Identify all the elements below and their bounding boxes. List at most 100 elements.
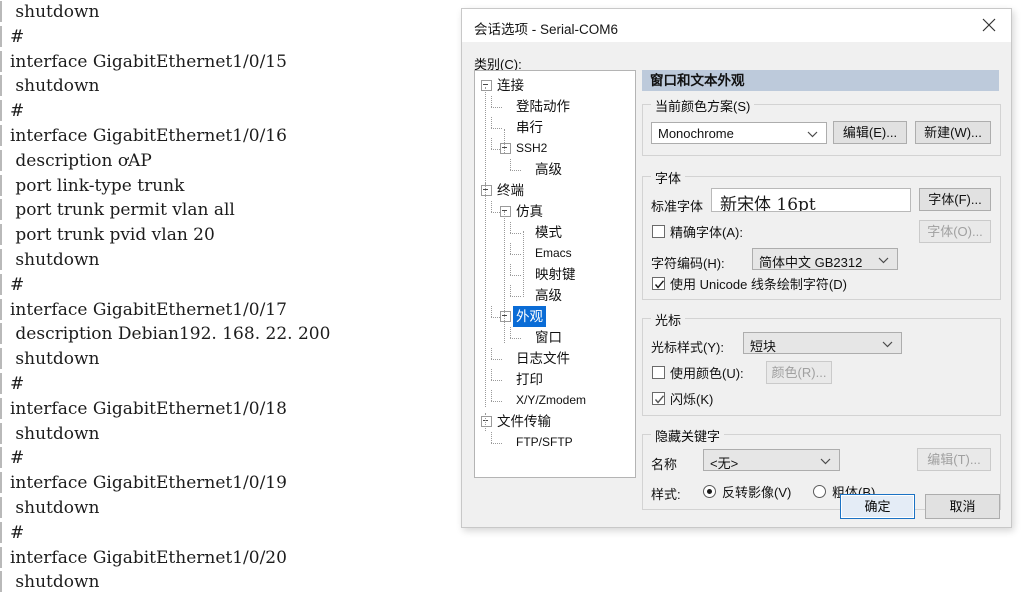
cursor-group-title: 光标 bbox=[651, 310, 686, 329]
terminal-line: port link-type trunk bbox=[0, 174, 460, 199]
tree-expander-icon[interactable] bbox=[481, 80, 492, 91]
tree-expander-icon[interactable] bbox=[481, 416, 492, 427]
tree-item-16[interactable]: 文件传输 bbox=[475, 411, 635, 432]
tree-guide bbox=[504, 211, 505, 343]
checkmark-icon bbox=[654, 395, 665, 404]
tree-item-1[interactable]: 登陆动作 bbox=[475, 96, 635, 117]
tree-item-7[interactable]: 模式 bbox=[475, 222, 635, 243]
dialog-body: 类别(C): 连接 登陆动作 串行 SSH2 高级 终端 仿真 模式 Emacs 映射键 高级 外观窗… bbox=[462, 42, 1011, 527]
color-scheme-value: Monochrome bbox=[658, 126, 734, 141]
tree-item-label-wrap: 终端 bbox=[495, 181, 526, 200]
close-icon[interactable] bbox=[967, 9, 1011, 40]
use-cursor-color-label: 使用颜色(U): bbox=[670, 366, 744, 381]
tree-expander-icon[interactable] bbox=[481, 185, 492, 196]
tree-connector bbox=[510, 232, 521, 234]
terminal-line: # bbox=[0, 446, 460, 471]
terminal-line: description Debian192. 168. 22. 200 bbox=[0, 322, 460, 347]
terminal-line: # bbox=[0, 99, 460, 124]
tree-item-15[interactable]: X/Y/Zmodem bbox=[475, 390, 635, 411]
tree-item-label-wrap: 串行 bbox=[514, 118, 545, 137]
chevron-down-icon bbox=[807, 131, 818, 138]
unicode-line-label: 使用 Unicode 线条绘制字符(D) bbox=[670, 277, 847, 292]
tree-expander-icon[interactable] bbox=[500, 206, 511, 217]
dialog-titlebar: 会话选项 - Serial-COM6 bbox=[462, 9, 1011, 42]
keyword-style-reverse-radio[interactable] bbox=[703, 485, 716, 498]
use-cursor-color-checkbox[interactable] bbox=[652, 366, 665, 379]
tree-item-0[interactable]: 连接 bbox=[475, 75, 635, 96]
tree-item-label-wrap: SSH2 bbox=[514, 139, 549, 158]
normal-font-label: 标准字体 bbox=[651, 199, 704, 214]
color-scheme-select[interactable]: Monochrome bbox=[651, 122, 827, 144]
tree-item-label-wrap: 映射键 bbox=[533, 265, 578, 284]
tree-item-8[interactable]: Emacs bbox=[475, 243, 635, 264]
tree-item-14[interactable]: 打印 bbox=[475, 369, 635, 390]
keyword-name-label: 名称 bbox=[651, 457, 678, 472]
terminal-line: port trunk permit vlan all bbox=[0, 198, 460, 223]
pane-header: 窗口和文本外观 bbox=[642, 70, 999, 91]
tree-item-13[interactable]: 日志文件 bbox=[475, 348, 635, 369]
chevron-down-icon bbox=[878, 257, 889, 264]
tree-item-label: 文件传输 bbox=[497, 414, 551, 429]
keyword-name-select[interactable]: <无> bbox=[703, 449, 840, 471]
tree-item-label-wrap: 连接 bbox=[495, 76, 526, 95]
keyword-style-bold-radio[interactable] bbox=[813, 485, 826, 498]
terminal-line: description ơAP bbox=[0, 149, 460, 174]
settings-pane: 窗口和文本外观 当前颜色方案(S) Monochrome 编辑(E)... 新建… bbox=[642, 70, 1001, 510]
terminal-line: shutdown bbox=[0, 347, 460, 372]
tree-item-label: 终端 bbox=[497, 183, 524, 198]
tree-connector bbox=[491, 306, 492, 317]
tree-connector bbox=[491, 400, 502, 402]
cancel-button[interactable]: 取消 bbox=[925, 494, 1000, 519]
charset-select[interactable]: 简体中文 GB2312 bbox=[752, 248, 898, 270]
ok-button[interactable]: 确定 bbox=[840, 494, 915, 519]
terminal-line: interface GigabitEthernet1/0/18 bbox=[0, 397, 460, 422]
edit-color-scheme-button[interactable]: 编辑(E)... bbox=[833, 121, 907, 144]
exact-font-label: 精确字体(A): bbox=[670, 225, 743, 240]
tree-item-10[interactable]: 高级 bbox=[475, 285, 635, 306]
normal-font-value-field: 新宋体 16pt bbox=[711, 188, 911, 212]
chevron-down-icon bbox=[820, 458, 831, 465]
tree-item-17[interactable]: FTP/SFTP bbox=[475, 432, 635, 453]
tree-item-9[interactable]: 映射键 bbox=[475, 264, 635, 285]
tree-connector bbox=[491, 148, 500, 150]
tree-item-11[interactable]: 外观 bbox=[475, 306, 635, 327]
unicode-line-checkbox[interactable] bbox=[652, 277, 665, 290]
tree-item-label: 连接 bbox=[497, 78, 524, 93]
tree-connector bbox=[491, 106, 502, 108]
tree-expander-icon[interactable] bbox=[500, 311, 511, 322]
tree-item-4[interactable]: 高级 bbox=[475, 159, 635, 180]
keyword-name-value: <无> bbox=[710, 456, 739, 471]
tree-expander-icon[interactable] bbox=[500, 143, 511, 154]
tree-item-label: 高级 bbox=[535, 288, 562, 303]
tree-connector bbox=[510, 169, 521, 171]
tree-item-5[interactable]: 终端 bbox=[475, 180, 635, 201]
choose-font-button[interactable]: 字体(F)... bbox=[919, 188, 991, 211]
charset-label: 字符编码(H): bbox=[651, 256, 725, 271]
exact-font-checkbox[interactable] bbox=[652, 225, 665, 238]
tree-item-2[interactable]: 串行 bbox=[475, 117, 635, 138]
category-tree[interactable]: 连接 登陆动作 串行 SSH2 高级 终端 仿真 模式 Emacs 映射键 高级 外观 窗口 日志文件 打印… bbox=[474, 70, 636, 478]
cursor-style-label: 光标样式(Y): bbox=[651, 340, 724, 355]
tree-connector bbox=[491, 379, 502, 381]
tree-connector bbox=[491, 442, 502, 444]
tree-connector bbox=[510, 159, 511, 170]
cursor-style-select[interactable]: 短块 bbox=[743, 332, 902, 354]
tree-guide bbox=[504, 129, 505, 153]
tree-guide bbox=[523, 231, 524, 297]
new-color-scheme-button[interactable]: 新建(W)... bbox=[915, 121, 991, 144]
tree-item-label: 高级 bbox=[535, 162, 562, 177]
keyword-group-title: 隐藏关键字 bbox=[651, 426, 725, 445]
tree-connector bbox=[510, 285, 511, 296]
dialog-title: 会话选项 - Serial-COM6 bbox=[474, 22, 619, 37]
keyword-edit-button: 编辑(T)... bbox=[917, 448, 991, 471]
session-options-dialog: 会话选项 - Serial-COM6 类别(C): 连接 登陆动作 串行 SSH2 高级… bbox=[461, 8, 1012, 528]
tree-item-6[interactable]: 仿真 bbox=[475, 201, 635, 222]
cursor-blink-label: 闪烁(K) bbox=[670, 392, 714, 407]
tree-item-3[interactable]: SSH2 bbox=[475, 138, 635, 159]
terminal-line: shutdown bbox=[0, 570, 460, 592]
tree-item-12[interactable]: 窗口 bbox=[475, 327, 635, 348]
tree-item-label: 模式 bbox=[535, 225, 562, 240]
cursor-blink-checkbox[interactable] bbox=[652, 392, 665, 405]
terminal-output[interactable]: shutdown # interface GigabitEthernet1/0/15… bbox=[0, 0, 460, 592]
tree-item-label: X/Y/Zmodem bbox=[516, 393, 587, 407]
